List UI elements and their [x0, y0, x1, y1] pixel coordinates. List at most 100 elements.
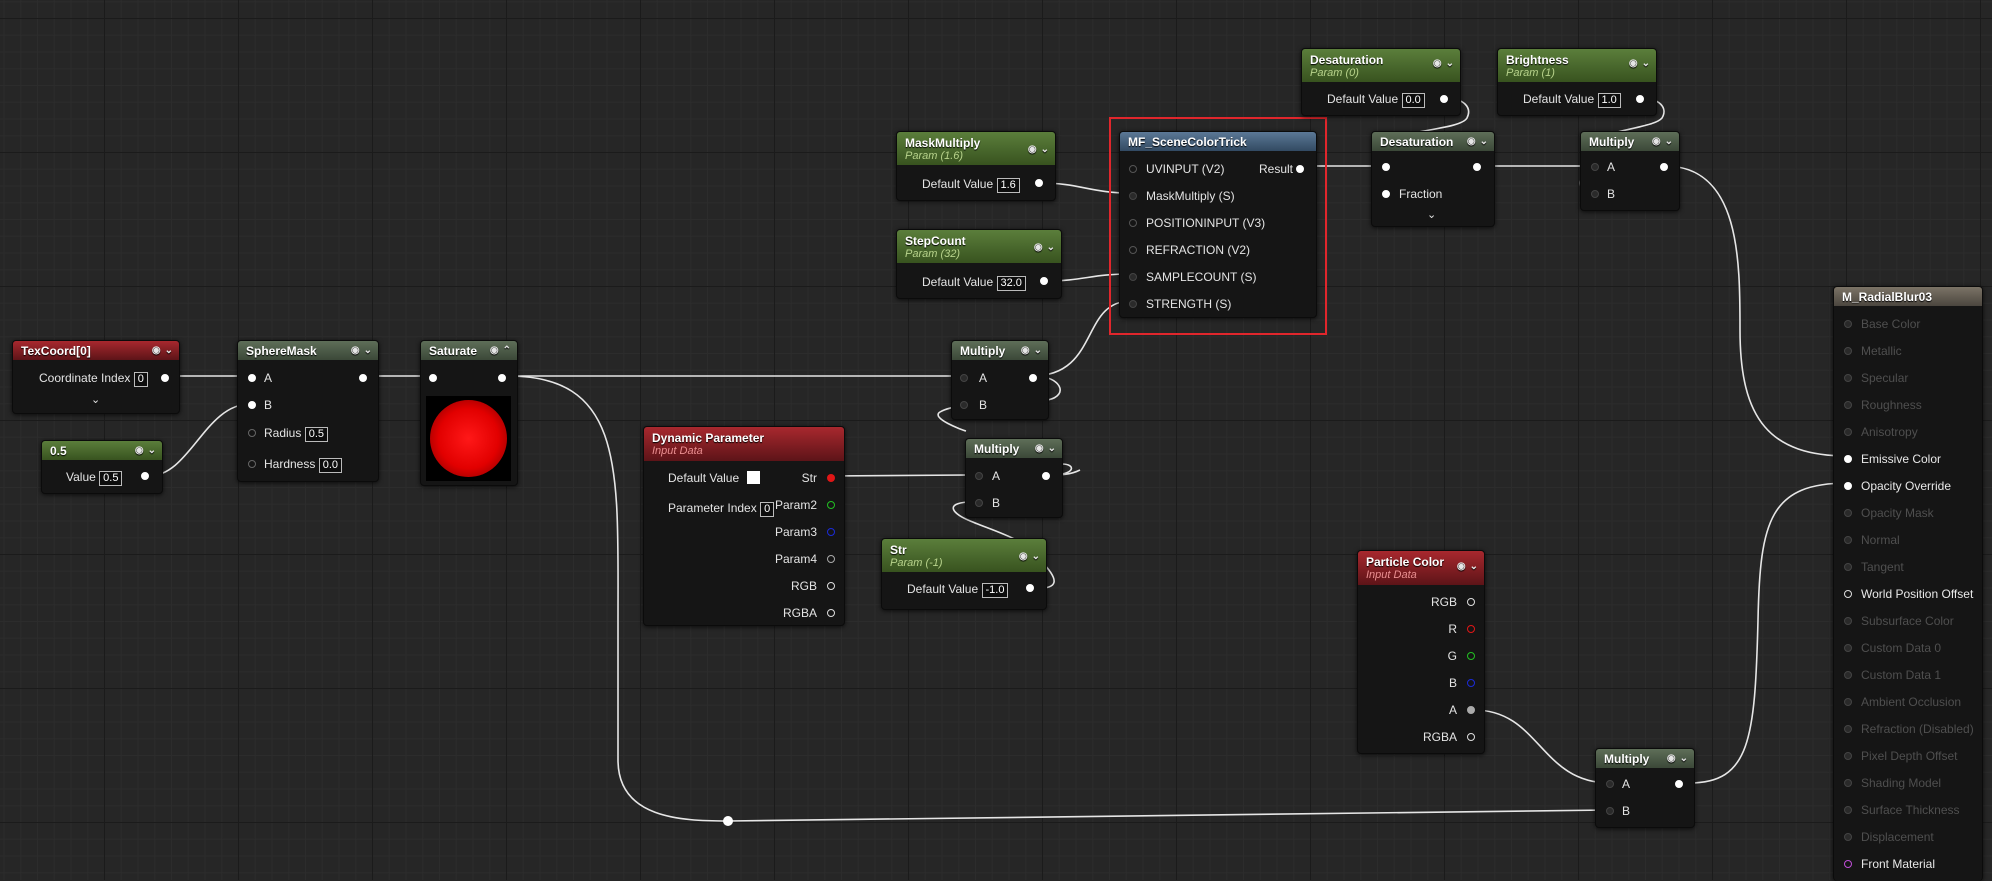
- result-input-pin[interactable]: [1844, 428, 1852, 436]
- default-value-field[interactable]: 1.6: [996, 178, 1020, 193]
- result-input-pin[interactable]: [1844, 374, 1852, 382]
- stepcount-header[interactable]: StepCount Param (32) ◉ ⌄: [897, 230, 1061, 263]
- maskmultiply-header[interactable]: MaskMultiply Param (1.6) ◉ ⌄: [897, 132, 1055, 165]
- output-pin-str[interactable]: [827, 474, 835, 482]
- particle-color-header[interactable]: Particle Color Input Data ◉ ⌄: [1358, 551, 1484, 585]
- dynamic-parameter-node[interactable]: Dynamic Parameter Input Data Default Val…: [643, 426, 845, 626]
- saturate-node[interactable]: Saturate ◉ ⌃: [420, 340, 518, 486]
- output-pin-rgba[interactable]: [1467, 733, 1475, 741]
- chevron-down-icon[interactable]: ⌄: [1470, 560, 1478, 574]
- multiply-header[interactable]: Multiply ◉ ⌄: [952, 341, 1048, 360]
- multiply-header[interactable]: Multiply ◉ ⌄: [1581, 132, 1679, 151]
- result-input-pin[interactable]: [1844, 725, 1852, 733]
- chevron-down-icon[interactable]: ⌄: [91, 393, 100, 407]
- chevron-down-icon[interactable]: ⌄: [1665, 135, 1673, 149]
- result-input-pin[interactable]: [1844, 617, 1852, 625]
- input-pin[interactable]: [1382, 163, 1390, 171]
- dynamic-parameter-header[interactable]: Dynamic Parameter Input Data: [644, 427, 844, 461]
- input-pin-b[interactable]: [960, 401, 968, 409]
- output-pin[interactable]: [161, 374, 169, 382]
- circle-gear-icon[interactable]: ◉: [1021, 344, 1030, 358]
- multiply-node[interactable]: Multiply ◉ ⌄ A B: [1595, 748, 1695, 828]
- result-input-pin[interactable]: [1844, 860, 1852, 868]
- output-pin-b[interactable]: [1467, 679, 1475, 687]
- input-pin-samplecount[interactable]: [1129, 273, 1137, 281]
- input-pin-a[interactable]: [248, 374, 256, 382]
- chevron-down-icon[interactable]: ⌄: [1642, 57, 1650, 71]
- input-pin-a[interactable]: [975, 472, 983, 480]
- value-field[interactable]: 0.5: [99, 471, 123, 486]
- result-input-pin[interactable]: [1844, 752, 1852, 760]
- material-result-node[interactable]: M_RadialBlur03 Base Color Metallic Specula…: [1833, 286, 1983, 881]
- result-input-pin[interactable]: [1844, 806, 1852, 814]
- texcoord-node[interactable]: TexCoord[0] ◉ ⌄ Coordinate Index 0 ⌄: [12, 340, 180, 414]
- output-pin[interactable]: [1035, 179, 1043, 187]
- input-pin-b[interactable]: [1591, 190, 1599, 198]
- brightness-parameter-node[interactable]: Brightness Param (1) ◉ ⌄ Default Value 1.…: [1497, 48, 1657, 116]
- scenecolortrick-header[interactable]: MF_SceneColorTrick: [1120, 132, 1316, 151]
- constant-node[interactable]: 0.5 ◉ ⌄ Value 0.5: [41, 440, 163, 494]
- circle-gear-icon[interactable]: ◉: [1019, 550, 1028, 564]
- circle-gear-icon[interactable]: ◉: [1629, 57, 1638, 71]
- input-pin-a[interactable]: [960, 374, 968, 382]
- circle-gear-icon[interactable]: ◉: [1467, 135, 1476, 149]
- result-input-pin[interactable]: [1844, 509, 1852, 517]
- multiply-node[interactable]: Multiply ◉ ⌄ A B: [951, 340, 1049, 420]
- result-input-pin[interactable]: [1844, 401, 1852, 409]
- circle-gear-icon[interactable]: ◉: [1035, 442, 1044, 456]
- circle-gear-icon[interactable]: ◉: [152, 344, 161, 358]
- saturate-header[interactable]: Saturate ◉ ⌃: [421, 341, 517, 360]
- result-input-pin[interactable]: [1844, 482, 1852, 490]
- multiply-node[interactable]: Multiply ◉ ⌄ A B: [1580, 131, 1680, 211]
- result-input-pin[interactable]: [1844, 455, 1852, 463]
- output-pin-rgb[interactable]: [1467, 598, 1475, 606]
- input-pin-positioninput[interactable]: [1129, 219, 1137, 227]
- result-input-pin[interactable]: [1844, 698, 1852, 706]
- input-pin-b[interactable]: [1606, 807, 1614, 815]
- input-pin-b[interactable]: [248, 401, 256, 409]
- chevron-down-icon[interactable]: ⌄: [364, 344, 372, 358]
- scenecolortrick-function-node[interactable]: MF_SceneColorTrick UVINPUT (V2) Result M…: [1119, 131, 1317, 318]
- output-pin-param3[interactable]: [827, 528, 835, 536]
- output-pin-a[interactable]: [1467, 706, 1475, 714]
- circle-gear-icon[interactable]: ◉: [490, 344, 499, 358]
- default-value-field[interactable]: -1.0: [981, 583, 1009, 598]
- output-pin-result[interactable]: [1296, 165, 1304, 173]
- chevron-down-icon[interactable]: ⌄: [1041, 143, 1049, 157]
- desaturation-param-header[interactable]: Desaturation Param (0) ◉ ⌄: [1302, 49, 1460, 82]
- desaturation-node[interactable]: Desaturation ◉ ⌄ Fraction ⌄: [1371, 131, 1495, 227]
- color-swatch[interactable]: [746, 471, 760, 484]
- circle-gear-icon[interactable]: ◉: [1028, 143, 1037, 157]
- default-value-field[interactable]: 32.0: [996, 276, 1026, 291]
- input-pin-b[interactable]: [975, 499, 983, 507]
- circle-gear-icon[interactable]: ◉: [1457, 560, 1466, 574]
- stepcount-parameter-node[interactable]: StepCount Param (32) ◉ ⌄ Default Value 32…: [896, 229, 1062, 299]
- input-pin-a[interactable]: [1591, 163, 1599, 171]
- str-parameter-node[interactable]: Str Param (-1) ◉ ⌄ Default Value -1.0: [881, 538, 1047, 610]
- output-pin[interactable]: [498, 374, 506, 382]
- input-pin-fraction[interactable]: [1382, 190, 1390, 198]
- default-value-field[interactable]: 0.0: [1401, 93, 1425, 108]
- chevron-down-icon[interactable]: ⌄: [165, 344, 173, 358]
- output-pin[interactable]: [1040, 277, 1048, 285]
- multiply-node[interactable]: Multiply ◉ ⌄ A B: [965, 438, 1063, 518]
- circle-gear-icon[interactable]: ◉: [135, 444, 144, 458]
- chevron-down-icon[interactable]: ⌄: [148, 444, 156, 458]
- multiply-header[interactable]: Multiply ◉ ⌄: [966, 439, 1062, 458]
- output-pin[interactable]: [359, 374, 367, 382]
- result-input-pin[interactable]: [1844, 536, 1852, 544]
- circle-gear-icon[interactable]: ◉: [1433, 57, 1442, 71]
- result-input-pin[interactable]: [1844, 320, 1852, 328]
- output-pin-g[interactable]: [1467, 652, 1475, 660]
- input-pin-uvinput[interactable]: [1129, 165, 1137, 173]
- input-pin-a[interactable]: [1606, 780, 1614, 788]
- output-pin-param4[interactable]: [827, 555, 835, 563]
- circle-gear-icon[interactable]: ◉: [1034, 241, 1043, 255]
- circle-gear-icon[interactable]: ◉: [1652, 135, 1661, 149]
- brightness-param-header[interactable]: Brightness Param (1) ◉ ⌄: [1498, 49, 1656, 82]
- chevron-down-icon[interactable]: ⌄: [1427, 208, 1436, 222]
- output-pin[interactable]: [1026, 584, 1034, 592]
- radius-field[interactable]: 0.5: [304, 427, 328, 442]
- output-pin[interactable]: [1440, 95, 1448, 103]
- output-pin-param2[interactable]: [827, 501, 835, 509]
